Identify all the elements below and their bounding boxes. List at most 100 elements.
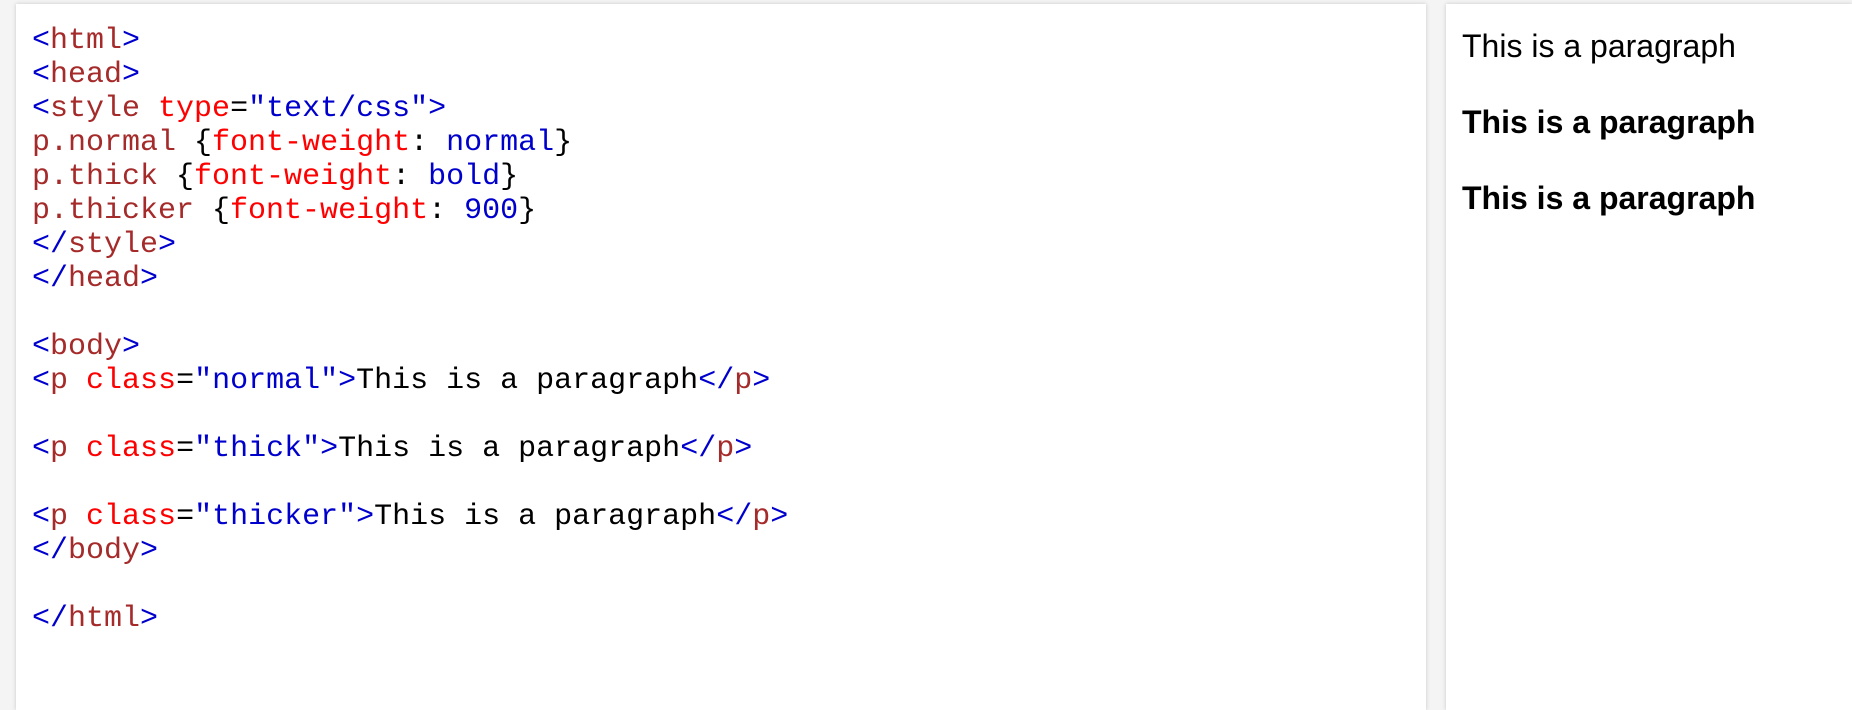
bracket-token: > bbox=[122, 24, 141, 58]
result-preview-panel: This is a paragraph This is a paragraph … bbox=[1446, 4, 1852, 710]
bracket-token: > bbox=[428, 92, 447, 126]
bracket-token: </ bbox=[716, 500, 753, 534]
bracket-token: < bbox=[32, 500, 51, 534]
code-line: </html> bbox=[32, 602, 788, 636]
punctuation-token: : bbox=[428, 194, 465, 228]
bracket-token: > bbox=[338, 364, 357, 398]
punctuation-token: { bbox=[176, 126, 213, 160]
code-line: <body> bbox=[32, 330, 788, 364]
attribute-token: class bbox=[86, 364, 177, 398]
value-token: 900 bbox=[464, 194, 519, 228]
code-line: <p class="thick">This is a paragraph</p> bbox=[32, 432, 788, 466]
value-token: "thicker" bbox=[194, 500, 357, 534]
punctuation-token: = bbox=[176, 364, 195, 398]
code-line: <html> bbox=[32, 24, 788, 58]
attribute-token: font-weight bbox=[212, 126, 411, 160]
bracket-token: > bbox=[140, 602, 159, 636]
bracket-token: > bbox=[140, 534, 159, 568]
bracket-token: > bbox=[122, 330, 141, 364]
tag-name-token: style bbox=[50, 92, 141, 126]
code-editor[interactable]: <html> <head> <style type="text/css"> p.nor… bbox=[32, 24, 788, 636]
tag-name-token: body bbox=[50, 330, 123, 364]
code-line: <p class="thicker">This is a paragraph</… bbox=[32, 500, 788, 534]
selector-token: p.thick bbox=[32, 160, 159, 194]
selector-token: p.thicker bbox=[32, 194, 195, 228]
punctuation-token: } bbox=[554, 126, 573, 160]
tag-name-token: html bbox=[50, 24, 123, 58]
tag-name-token: style bbox=[68, 228, 159, 262]
punctuation-token: = bbox=[176, 500, 195, 534]
tag-name-token: p bbox=[50, 432, 69, 466]
value-token: "normal" bbox=[194, 364, 339, 398]
attribute-token: font-weight bbox=[230, 194, 429, 228]
attribute-token: type bbox=[158, 92, 231, 126]
bracket-token: < bbox=[32, 58, 51, 92]
text-token: This is a paragraph bbox=[374, 500, 717, 534]
code-line: <p class="normal">This is a paragraph</p… bbox=[32, 364, 788, 398]
punctuation-token: : bbox=[392, 160, 429, 194]
bracket-token: </ bbox=[680, 432, 717, 466]
code-line: p.thicker {font-weight: 900} bbox=[32, 194, 788, 228]
code-line: p.thick {font-weight: bold} bbox=[32, 160, 788, 194]
code-line: </head> bbox=[32, 262, 788, 296]
bracket-token: < bbox=[32, 432, 51, 466]
punctuation-token: = bbox=[176, 432, 195, 466]
tag-name-token: head bbox=[68, 262, 141, 296]
bracket-token: > bbox=[356, 500, 375, 534]
punctuation-token: } bbox=[518, 194, 537, 228]
bracket-token: </ bbox=[32, 534, 69, 568]
tag-name-token: body bbox=[68, 534, 141, 568]
bracket-token: > bbox=[158, 228, 177, 262]
code-line: <style type="text/css"> bbox=[32, 92, 788, 126]
text-token: This is a paragraph bbox=[356, 364, 699, 398]
punctuation-token bbox=[68, 500, 86, 534]
paragraph-thick: This is a paragraph bbox=[1462, 104, 1756, 140]
value-token: normal bbox=[446, 126, 555, 160]
bracket-token: > bbox=[770, 500, 789, 534]
bracket-token: </ bbox=[32, 228, 69, 262]
code-editor-panel[interactable]: <html> <head> <style type="text/css"> p.nor… bbox=[16, 4, 1426, 710]
punctuation-token: { bbox=[194, 194, 231, 228]
tag-name-token: p bbox=[50, 364, 69, 398]
bracket-token: < bbox=[32, 24, 51, 58]
bracket-token: > bbox=[752, 364, 771, 398]
tag-name-token: p bbox=[50, 500, 69, 534]
selector-token: p.normal bbox=[32, 126, 177, 160]
paragraph-normal: This is a paragraph bbox=[1462, 28, 1736, 64]
bracket-token: > bbox=[122, 58, 141, 92]
code-line: <head> bbox=[32, 58, 788, 92]
text-token: This is a paragraph bbox=[338, 432, 681, 466]
bracket-token: > bbox=[734, 432, 753, 466]
code-line: </body> bbox=[32, 534, 788, 568]
tag-name-token: p bbox=[752, 500, 771, 534]
punctuation-token bbox=[140, 92, 158, 126]
tag-name-token: p bbox=[716, 432, 735, 466]
attribute-token: class bbox=[86, 432, 177, 466]
punctuation-token: { bbox=[158, 160, 195, 194]
value-token: bold bbox=[428, 160, 501, 194]
code-line: </style> bbox=[32, 228, 788, 262]
bracket-token: > bbox=[140, 262, 159, 296]
value-token: "text/css" bbox=[248, 92, 429, 126]
tag-name-token: head bbox=[50, 58, 123, 92]
punctuation-token bbox=[68, 432, 86, 466]
attribute-token: class bbox=[86, 500, 177, 534]
paragraph-thicker: This is a paragraph bbox=[1462, 180, 1756, 216]
tag-name-token: p bbox=[734, 364, 753, 398]
punctuation-token: : bbox=[410, 126, 447, 160]
bracket-token: </ bbox=[32, 262, 69, 296]
bracket-token: </ bbox=[32, 602, 69, 636]
tag-name-token: html bbox=[68, 602, 141, 636]
bracket-token: < bbox=[32, 364, 51, 398]
punctuation-token: = bbox=[230, 92, 249, 126]
attribute-token: font-weight bbox=[194, 160, 393, 194]
bracket-token: < bbox=[32, 330, 51, 364]
bracket-token: < bbox=[32, 92, 51, 126]
bracket-token: > bbox=[320, 432, 339, 466]
punctuation-token bbox=[68, 364, 86, 398]
punctuation-token: } bbox=[500, 160, 519, 194]
